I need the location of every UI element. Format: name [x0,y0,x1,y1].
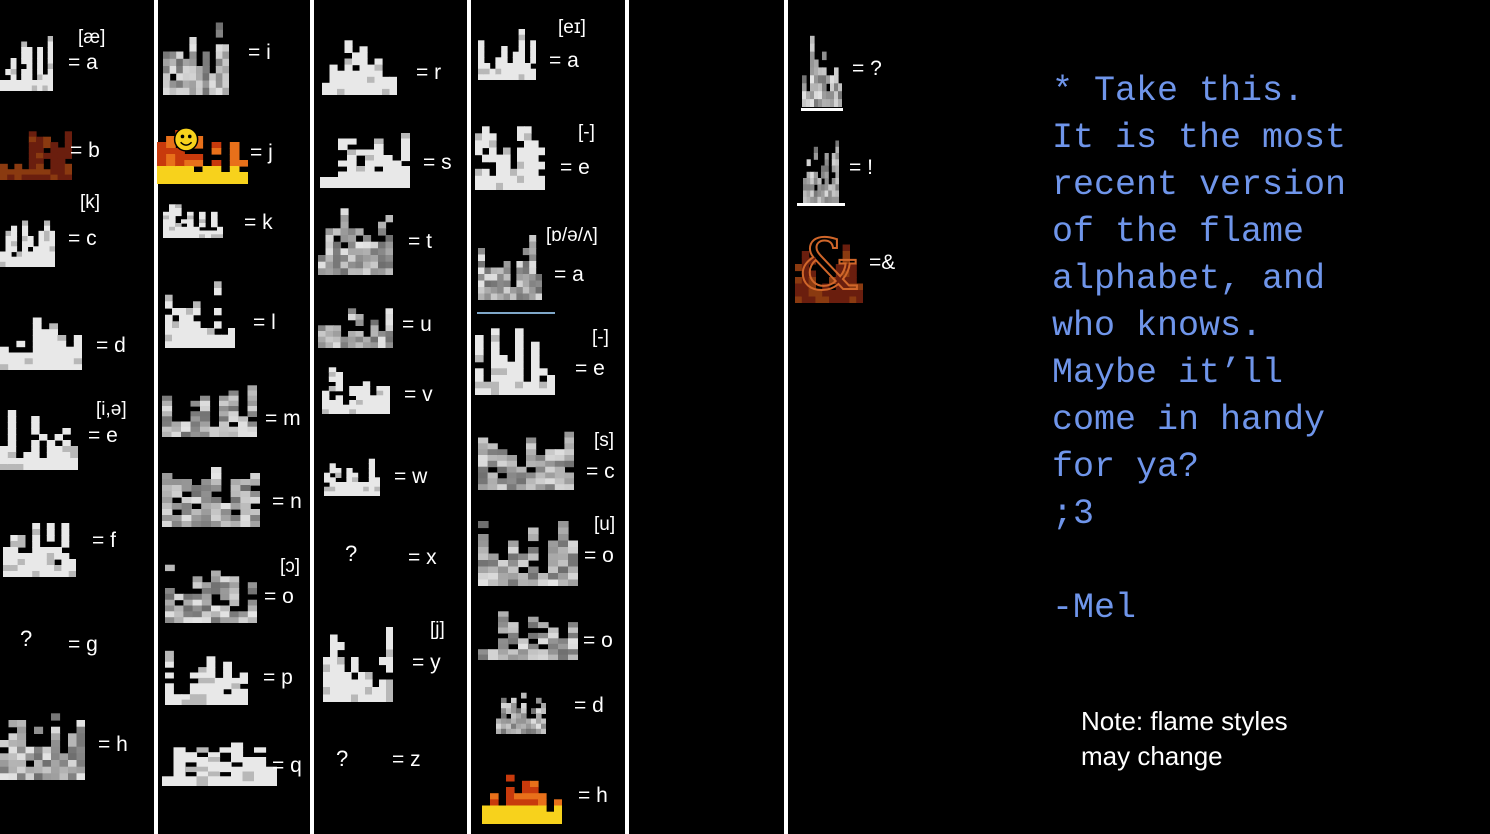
flame-glyph-icon [0,25,53,91]
flame-glyph-icon [324,440,380,496]
ipa-label: [-] [592,327,609,348]
flame-glyph-icon [3,505,76,577]
letter-label: = v [404,383,433,406]
flame-glyph-icon [162,375,257,437]
letter-label: = o [584,544,614,567]
letter-label: = y [412,651,441,674]
ipa-label: [æ] [78,27,106,48]
unknown-glyph-marker: ? [345,541,358,566]
ipa-label: [ɔ] [280,556,301,577]
ipa-label: [s] [594,430,615,451]
flame-glyph-icon [165,640,248,705]
letter-label: = c [586,460,615,483]
letter-label: = ? [852,57,882,80]
letter-label: = ! [849,156,873,179]
letter-label: = u [402,313,432,336]
letter-label: = r [416,61,442,84]
column-divider-4 [625,0,629,834]
letter-label: = b [70,139,100,162]
letter-label: = d [96,334,126,357]
flame-glyph-icon [478,12,536,80]
flame-glyph-icon [165,268,235,348]
letter-label: = a [549,49,579,72]
unknown-glyph-marker: ? [20,626,33,651]
flame-glyph-icon [478,420,574,490]
flame-glyph-icon [320,122,410,188]
flame-glyph-icon [323,612,393,702]
column-divider-2 [310,0,314,834]
letter-label: = e [560,156,590,179]
flame-glyph-icon [478,595,578,660]
letter-label: = e [575,357,605,380]
letter-label: = h [98,733,128,756]
letter-label: = k [244,211,273,234]
underline-bar [797,203,845,206]
letter-label: = f [92,529,116,552]
svg-text:&: & [798,225,860,303]
letter-label: = l [253,311,276,334]
letter-label: = n [272,490,302,513]
ipa-label: [j] [430,619,445,640]
flame-glyph-icon [0,205,55,267]
style-note: Note: flame styles may change [1081,706,1288,771]
flame-icon [482,750,562,824]
flame-glyph-icon [803,128,839,203]
ember-glyph-icon [0,115,72,180]
ipa-label: [u] [594,514,616,535]
letter-label: = c [68,227,97,250]
letter-label: = q [272,754,302,777]
flame-glyph-icon [0,398,78,470]
column-divider-5 [784,0,788,834]
ember-glyph-icon: & [795,225,863,303]
flame-glyph-icon [0,700,85,780]
letter-label: = i [248,41,271,64]
underline-bar [801,108,843,111]
separator-line [477,312,555,314]
letter-label: = m [265,407,301,430]
letter-label: = e [88,424,118,447]
ipa-label: [i,ə] [96,399,127,420]
letter-label: =& [869,251,896,274]
ipa-label: [k] [80,192,101,213]
unknown-glyph-marker: ? [336,746,349,771]
flame-glyph-icon [475,105,545,190]
flame-glyph-icon [322,22,397,95]
letter-label: = t [408,230,432,253]
letter-label: = p [263,666,293,689]
column-divider-3 [467,0,471,834]
letter-label: = s [423,151,452,174]
letter-label: = d [574,694,604,717]
letter-label: = a [68,51,98,74]
letter-label: = o [583,629,613,652]
mel-message: * Take this. It is the most recent versi… [1052,71,1347,628]
flame-glyph-icon [163,193,223,238]
flame-glyph-icon [0,300,82,370]
flame-glyph-icon [478,222,542,300]
flame-glyph-icon [165,553,257,623]
ipa-label: [eɪ] [558,17,586,38]
flame-glyph-icon [475,315,555,395]
letter-label: = w [394,465,428,488]
letter-label: = o [264,585,294,608]
flame-glyph-icon [802,12,842,107]
flame-glyph-icon [318,280,393,348]
flame-glyph-icon [322,358,390,414]
letter-label: = x [408,546,437,569]
letter-label: = h [578,784,608,807]
flame-glyph-icon [162,455,260,527]
ipa-label: [-] [578,122,595,143]
flame-glyph-icon [478,508,578,586]
flame-icon [157,112,248,184]
ipa-label: [ɒ/ə/ʌ] [546,225,598,246]
letter-label: = j [250,141,273,164]
letter-label: = g [68,633,98,656]
flame-glyph-icon [162,728,277,786]
flame-glyph-icon [318,195,393,275]
letter-label: = z [392,748,421,771]
letter-label: = a [554,263,584,286]
flame-glyph-icon [163,8,229,95]
flame-glyph-icon [496,672,546,734]
